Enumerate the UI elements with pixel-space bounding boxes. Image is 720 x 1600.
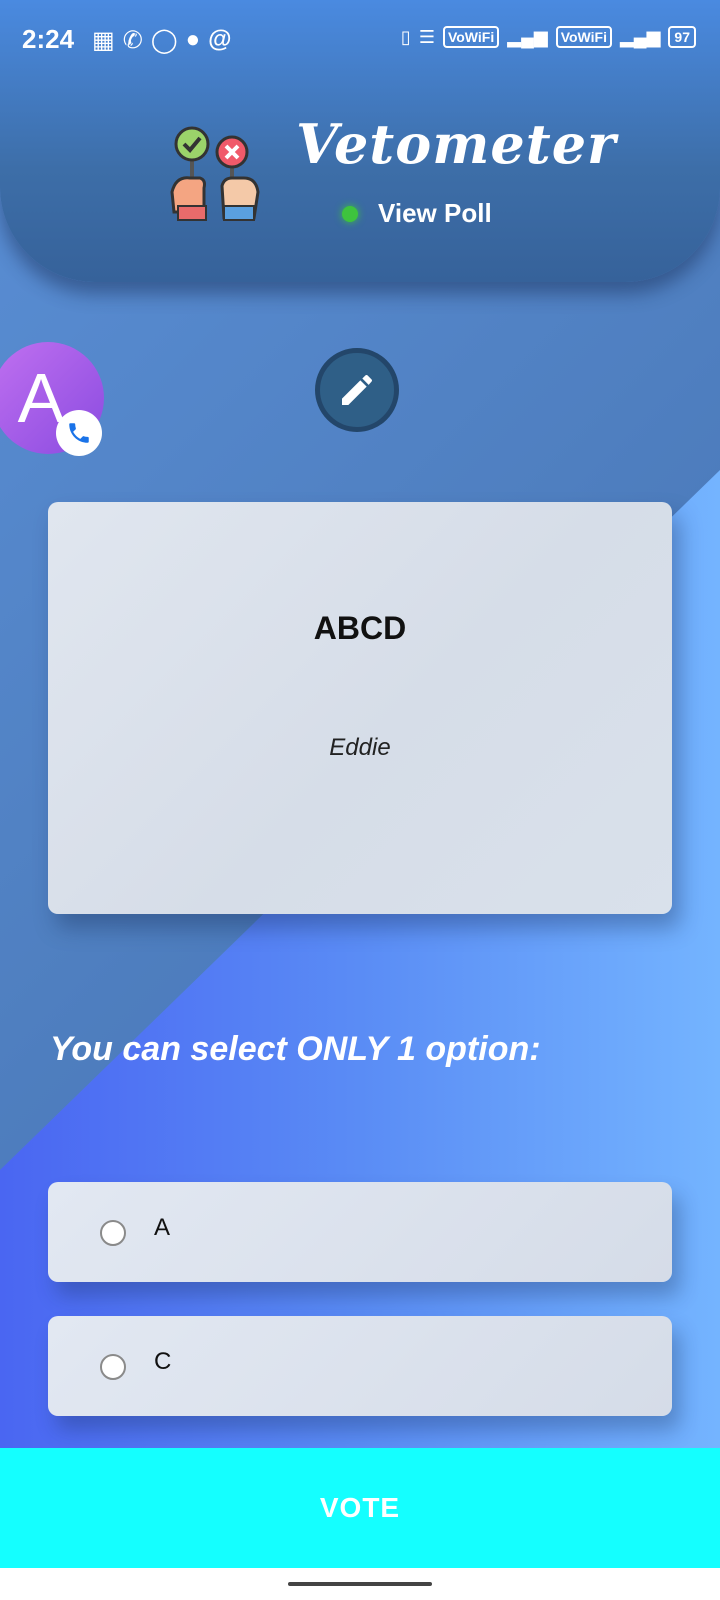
selection-instruction: You can select ONLY 1 option: [50,1030,541,1068]
screen-subtitle: View Poll [378,198,492,228]
signal-icon: ▂▄▆ [507,26,548,47]
status-bar: 2:24 ▦ ✆ ◯ ● @ ▯ ☰ VoWiFi ▂▄▆ VoWiFi ▂▄▆… [0,0,720,80]
vetometer-logo-icon [170,126,260,221]
app-title: Vetometer [296,112,617,176]
poll-card: ABCD Eddie [48,502,672,914]
app-header: 2:24 ▦ ✆ ◯ ● @ ▯ ☰ VoWiFi ▂▄▆ VoWiFi ▂▄▆… [0,0,720,282]
pencil-icon [342,375,372,405]
vibrate-icon: ▯ [400,26,411,47]
radio-button[interactable] [100,1220,126,1246]
poll-title: ABCD [313,610,407,646]
system-nav-bar [0,1568,720,1600]
vote-button[interactable]: VOTE [0,1448,720,1568]
signal-icon-2: ▂▄▆ [619,26,661,47]
call-badge[interactable] [56,410,102,456]
vowifi-badge: VoWiFi [442,26,500,48]
gallery-icon: ▦ [92,27,115,54]
status-time: 2:24 [22,24,75,54]
home-gesture-handle[interactable] [288,1582,432,1586]
option-c[interactable]: C [48,1316,672,1416]
notification-icons: ▦ ✆ ◯ ● @ [92,26,232,55]
system-icons: ▯ ☰ VoWiFi ▂▄▆ VoWiFi ▂▄▆ 97 [401,26,696,48]
radio-button[interactable] [100,1354,126,1380]
poll-author: Eddie [329,734,391,761]
option-a[interactable]: A [48,1182,672,1282]
phone-icon [69,423,89,443]
whatsapp-icon: ◯ [150,27,178,54]
whatsapp-call-icon: ● [185,26,201,53]
online-status-dot [342,206,358,222]
option-label: C [154,1348,172,1375]
at-icon: @ [208,26,232,53]
option-label: A [154,1214,171,1241]
wifi-icon: ☰ [418,26,435,47]
call-icon: ✆ [122,27,143,54]
battery-indicator: 97 [668,26,696,48]
vowifi-badge-2: VoWiFi [555,26,612,48]
edit-poll-button[interactable] [315,348,399,432]
